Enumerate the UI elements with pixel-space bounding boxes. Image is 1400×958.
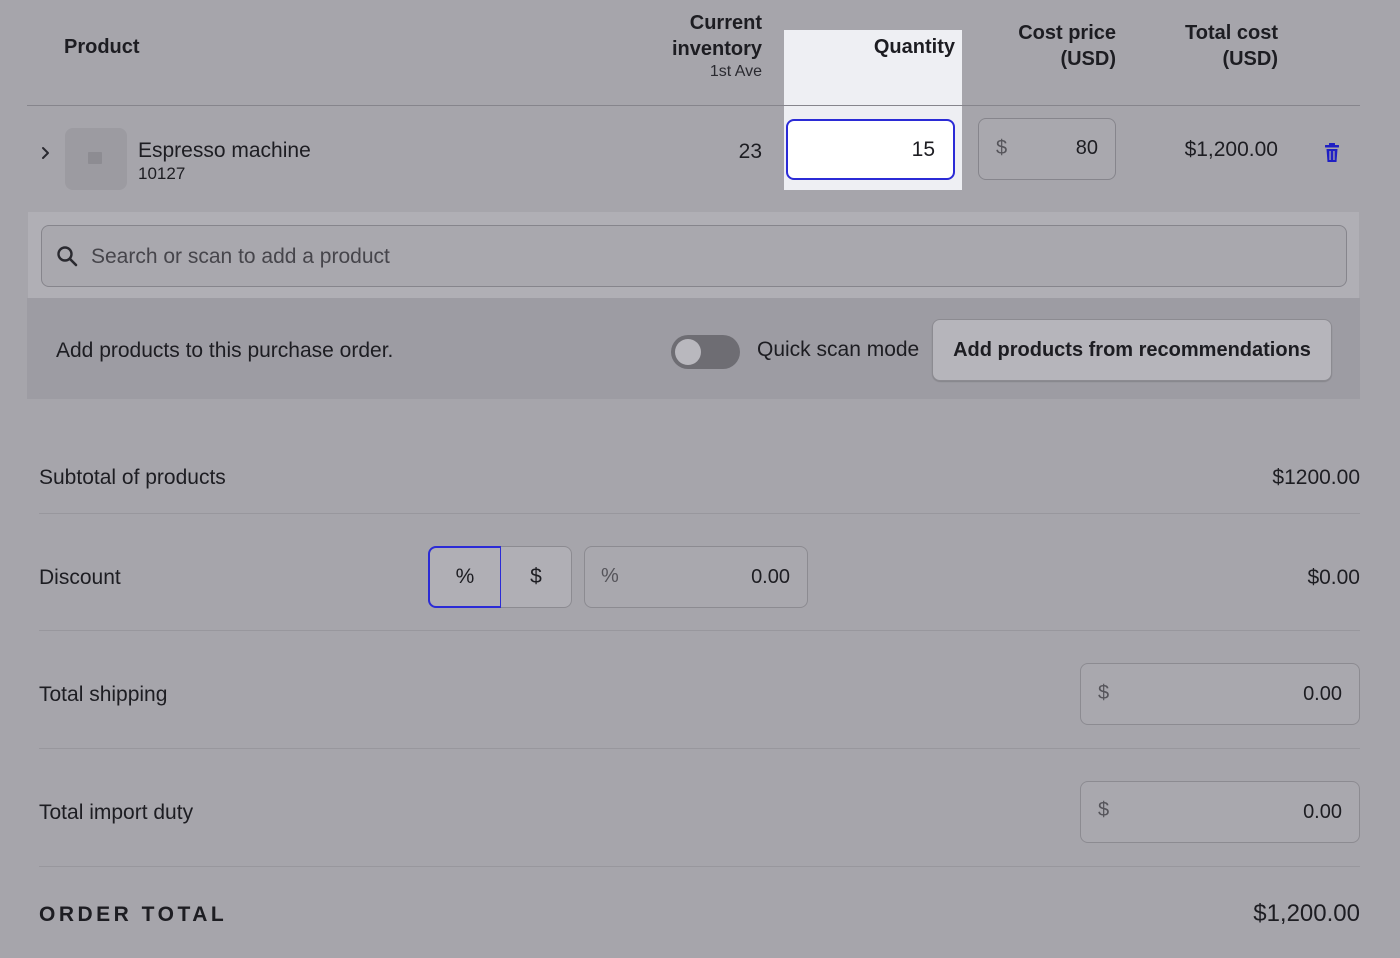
header-inventory-location: 1st Ave [709, 63, 762, 80]
product-name[interactable]: Espresso machine [138, 138, 311, 164]
header-inventory-line2: inventory [671, 38, 762, 60]
header-total-cost: Total cost (USD) [1140, 20, 1278, 72]
quantity-input[interactable]: 15 [786, 119, 955, 180]
cost-price-value: 80 [1075, 137, 1098, 159]
header-cost-line2: (USD) [1060, 48, 1116, 70]
product-image-placeholder-icon [88, 152, 102, 164]
order-total-label: ORDER TOTAL [39, 903, 228, 926]
shipping-currency-symbol: $ [1098, 682, 1110, 704]
row-total-cost: $1,200.00 [1184, 138, 1278, 161]
subtotal-value: $1200.00 [1272, 466, 1360, 489]
header-cost-line1: Cost price [1018, 22, 1116, 44]
subtotal-label: Subtotal of products [39, 466, 226, 489]
discount-type-percent-button[interactable]: % [428, 546, 502, 608]
discount-input[interactable]: % 0.00 [584, 546, 808, 608]
cost-currency-symbol: $ [996, 137, 1008, 159]
shipping-label: Total shipping [39, 683, 168, 706]
cost-price-input[interactable]: $ 80 [978, 118, 1116, 180]
header-current-inventory: Current inventory 1st Ave [600, 10, 762, 82]
header-total-line1: Total cost [1185, 22, 1278, 44]
header-divider [27, 105, 1360, 106]
header-product: Product [64, 36, 140, 58]
trash-icon[interactable] [1322, 142, 1342, 164]
discount-input-value: 0.00 [751, 566, 790, 588]
header-inventory-line1: Current [689, 12, 762, 34]
quick-scan-label: Quick scan mode [757, 338, 920, 361]
add-products-text: Add products to this purchase order. [56, 339, 394, 362]
chevron-right-icon[interactable] [37, 140, 55, 166]
divider [39, 866, 1360, 867]
divider [39, 748, 1360, 749]
order-total-value: $1,200.00 [1253, 900, 1360, 927]
product-sku: 10127 [138, 164, 186, 183]
divider [39, 513, 1360, 514]
discount-value: $0.00 [1307, 566, 1360, 589]
discount-type-dollar-button[interactable]: $ [501, 546, 572, 608]
current-inventory-value: 23 [738, 140, 762, 163]
search-placeholder: Search or scan to add a product [91, 245, 390, 268]
import-duty-currency-symbol: $ [1098, 799, 1110, 821]
discount-label: Discount [39, 566, 121, 589]
header-quantity: Quantity [873, 36, 955, 58]
toggle-knob [675, 339, 701, 365]
header-total-line2: (USD) [1222, 48, 1278, 70]
discount-unit-symbol: % [601, 565, 619, 587]
shipping-input[interactable]: $ 0.00 [1080, 663, 1360, 725]
shipping-input-value: 0.00 [1303, 683, 1342, 705]
divider [39, 630, 1360, 631]
add-from-recommendations-button[interactable]: Add products from recommendations [932, 319, 1332, 381]
import-duty-input[interactable]: $ 0.00 [1080, 781, 1360, 843]
import-duty-input-value: 0.00 [1303, 801, 1342, 823]
header-cost-price: Cost price (USD) [980, 20, 1116, 72]
import-duty-label: Total import duty [39, 801, 194, 824]
search-icon [56, 245, 78, 267]
